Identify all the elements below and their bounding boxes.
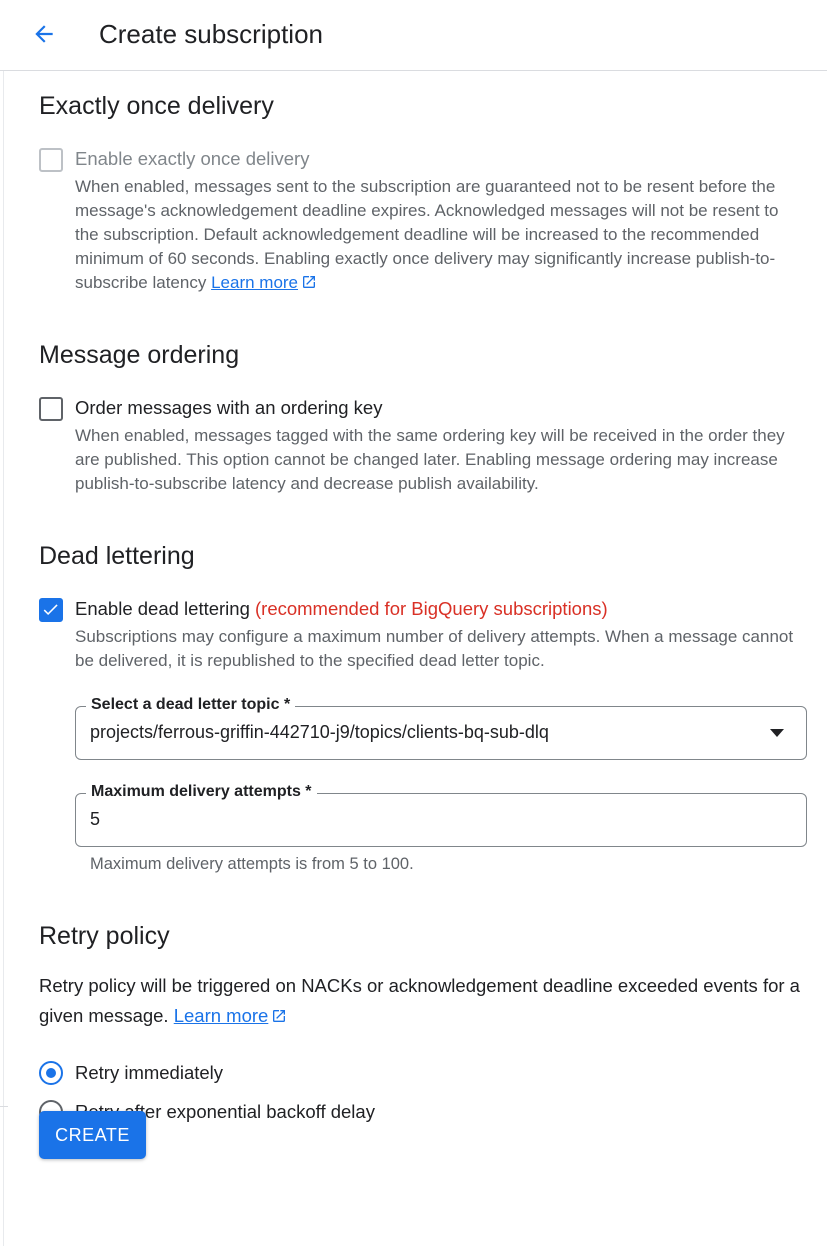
dead-letter-topic-value: projects/ferrous-griffin-442710-j9/topic… [90, 722, 549, 742]
exactly-once-description-text: When enabled, messages sent to the subsc… [75, 177, 779, 292]
retry-immediately-label: Retry immediately [75, 1062, 224, 1083]
dead-lettering-description: Subscriptions may configure a maximum nu… [75, 627, 794, 670]
exactly-once-heading: Exactly once delivery [39, 92, 274, 120]
retry-policy-learn-more-link[interactable]: Learn more [174, 1005, 269, 1026]
left-divider [3, 71, 4, 1246]
dead-letter-topic-label: Select a dead letter topic * [86, 695, 296, 715]
dead-letter-topic-select[interactable]: Select a dead letter topic * projects/fe… [75, 695, 807, 760]
dead-lettering-label-text: Enable dead lettering [75, 598, 250, 619]
checkmark-icon [43, 604, 58, 616]
message-ordering-label: Order messages with an ordering key [75, 397, 383, 418]
external-link-icon [273, 1010, 286, 1022]
external-link-icon [303, 276, 316, 288]
max-delivery-attempts-input[interactable]: Maximum delivery attempts * 5 [75, 782, 807, 847]
dead-lettering-checkbox[interactable] [39, 598, 63, 622]
message-ordering-description: When enabled, messages tagged with the s… [75, 426, 785, 493]
bigquery-recommendation: (recommended for BigQuery subscriptions) [255, 598, 608, 619]
dropdown-arrow-icon [770, 729, 784, 737]
create-button[interactable]: CREATE [39, 1111, 146, 1159]
dead-lettering-heading: Dead lettering [39, 542, 195, 570]
exactly-once-label: Enable exactly once delivery [75, 148, 310, 169]
message-ordering-heading: Message ordering [39, 341, 240, 369]
dead-lettering-label: Enable dead lettering (recommended for B… [75, 597, 608, 621]
message-ordering-checkbox[interactable] [39, 397, 63, 421]
top-bar: Create subscription [0, 0, 827, 71]
max-delivery-attempts-value: 5 [90, 809, 101, 829]
retry-policy-description: Retry policy will be triggered on NACKs … [39, 971, 809, 1031]
retry-immediately-radio[interactable] [39, 1061, 63, 1085]
exactly-once-learn-more-link[interactable]: Learn more [211, 273, 298, 292]
exactly-once-checkbox[interactable] [39, 148, 63, 172]
back-arrow-icon[interactable] [26, 16, 62, 52]
left-tick-divider [0, 1106, 8, 1107]
retry-policy-heading: Retry policy [39, 922, 170, 950]
exactly-once-description: When enabled, messages sent to the subsc… [75, 175, 805, 295]
max-delivery-attempts-label: Maximum delivery attempts * [86, 782, 317, 802]
max-delivery-attempts-hint: Maximum delivery attempts is from 5 to 1… [90, 855, 414, 873]
retry-policy-description-text: Retry policy will be triggered on NACKs … [39, 975, 800, 1026]
page-title: Create subscription [99, 19, 323, 49]
